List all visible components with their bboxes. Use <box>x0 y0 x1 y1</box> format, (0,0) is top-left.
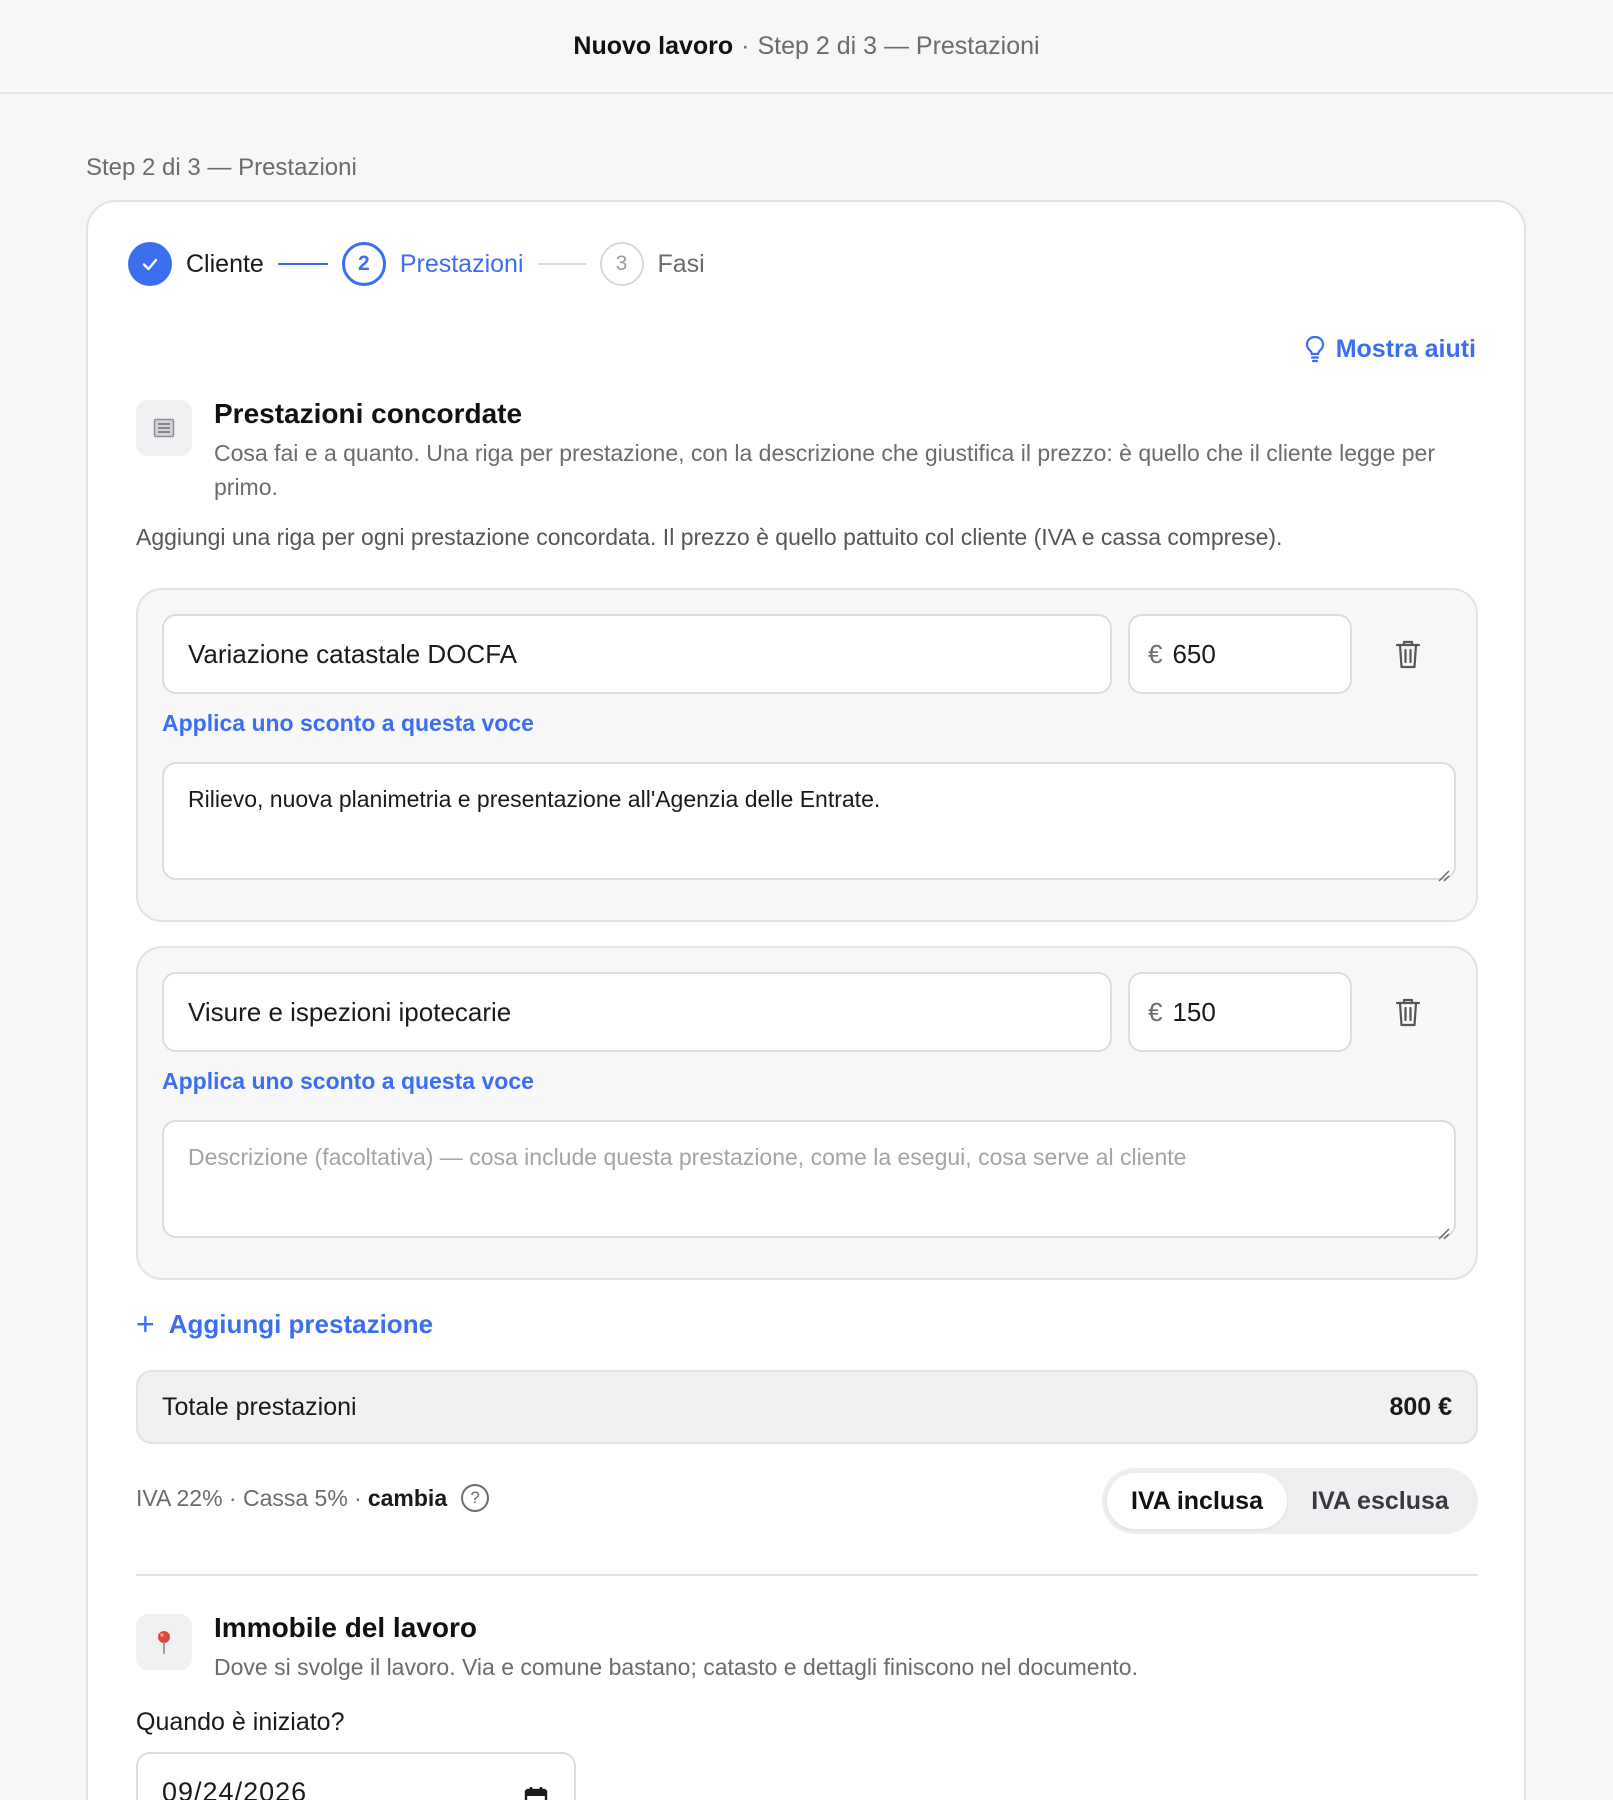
apply-discount-link[interactable]: Applica uno sconto a questa voce <box>162 710 534 737</box>
title-separator: · <box>741 31 750 60</box>
trash-icon[interactable] <box>1388 634 1428 674</box>
step-prestazioni-number[interactable]: 2 <box>341 242 386 286</box>
check-icon <box>142 258 158 271</box>
pin-icon <box>136 1614 192 1670</box>
service-row: Variazione catastale DOCFA € 650 Applica… <box>136 588 1478 922</box>
step-connector <box>277 263 328 265</box>
total-label: Totale prestazioni <box>162 1392 357 1421</box>
apply-discount-link[interactable]: Applica uno sconto a questa voce <box>162 1068 534 1095</box>
vat-toggle: IVA inclusa IVA esclusa <box>1102 1468 1478 1534</box>
service-description-textarea[interactable]: Descrizione (facoltativa) — cosa include… <box>162 1120 1456 1238</box>
plus-icon: + <box>136 1306 155 1342</box>
service-description-textarea[interactable]: Rilievo, nuova planimetria e presentazio… <box>162 762 1456 880</box>
step-label-prestazioni[interactable]: Prestazioni <box>400 250 524 279</box>
vat-excluded-option[interactable]: IVA esclusa <box>1287 1473 1473 1529</box>
calendar-icon[interactable] <box>524 1786 548 1800</box>
services-intro: Aggiungi una riga per ogni prestazione c… <box>136 524 1283 550</box>
section-description-services: Cosa fai e a quanto. Una riga per presta… <box>214 440 1435 500</box>
step-connector <box>537 263 586 265</box>
document-icon <box>136 400 192 456</box>
section-divider <box>136 1574 1478 1576</box>
help-icon[interactable]: ? <box>461 1484 490 1512</box>
service-name-input[interactable]: Visure e ispezioni ipotecarie <box>162 972 1112 1052</box>
resize-handle-icon[interactable] <box>1434 866 1450 882</box>
price-value: 150 <box>1172 996 1216 1027</box>
app-title: Nuovo lavoro <box>573 31 734 60</box>
service-row: Visure e ispezioni ipotecarie € 150 Appl… <box>136 946 1478 1280</box>
services-total: Totale prestazioni 800 € <box>136 1370 1478 1444</box>
header-step-text: Step 2 di 3 — Prestazioni <box>757 31 1040 60</box>
change-tax-link[interactable]: cambia <box>368 1485 447 1512</box>
step-label-cliente[interactable]: Cliente <box>186 250 264 279</box>
section-title-services: Prestazioni concordate <box>214 398 523 429</box>
form-card: Cliente 2 Prestazioni 3 Fasi Mostra aiut… <box>86 200 1526 1800</box>
step-label-fasi[interactable]: Fasi <box>658 250 705 279</box>
step-caption: Step 2 di 3 — Prestazioni <box>86 154 357 181</box>
price-value: 650 <box>1172 638 1216 669</box>
start-date-label: Quando è iniziato? <box>136 1708 345 1736</box>
add-service-label: Aggiungi prestazione <box>168 1309 434 1339</box>
tax-summary: IVA 22% · Cassa 5% · cambia ? <box>136 1484 490 1512</box>
tax-rates: IVA 22% · Cassa 5% · <box>136 1484 362 1511</box>
add-service-button[interactable]: + Aggiungi prestazione <box>136 1306 433 1343</box>
service-price-input[interactable]: € 650 <box>1128 614 1352 694</box>
trash-icon[interactable] <box>1388 992 1428 1032</box>
start-date-value: 09/24/2026 <box>162 1776 308 1800</box>
vat-included-option[interactable]: IVA inclusa <box>1107 1473 1287 1529</box>
service-price-input[interactable]: € 150 <box>1128 972 1352 1052</box>
currency-symbol: € <box>1148 638 1163 669</box>
step-cliente-done[interactable] <box>128 242 172 286</box>
currency-symbol: € <box>1148 996 1163 1027</box>
top-bar: Nuovo lavoro · Step 2 di 3 — Prestazioni <box>0 0 1613 94</box>
step-fasi-number[interactable]: 3 <box>599 242 644 286</box>
show-help-label: Mostra aiuti <box>1335 334 1476 363</box>
section-description-property: Dove si svolge il lavoro. Via e comune b… <box>214 1654 1138 1680</box>
stepper: Cliente 2 Prestazioni 3 Fasi <box>128 242 705 286</box>
start-date-input[interactable]: 09/24/2026 <box>136 1752 576 1800</box>
total-value: 800 € <box>1389 1392 1452 1421</box>
show-help-link[interactable]: Mostra aiuti <box>1304 334 1476 364</box>
service-name-input[interactable]: Variazione catastale DOCFA <box>162 614 1112 694</box>
resize-handle-icon[interactable] <box>1434 1224 1450 1240</box>
section-title-property: Immobile del lavoro <box>214 1612 477 1643</box>
lightbulb-icon <box>1305 335 1324 363</box>
